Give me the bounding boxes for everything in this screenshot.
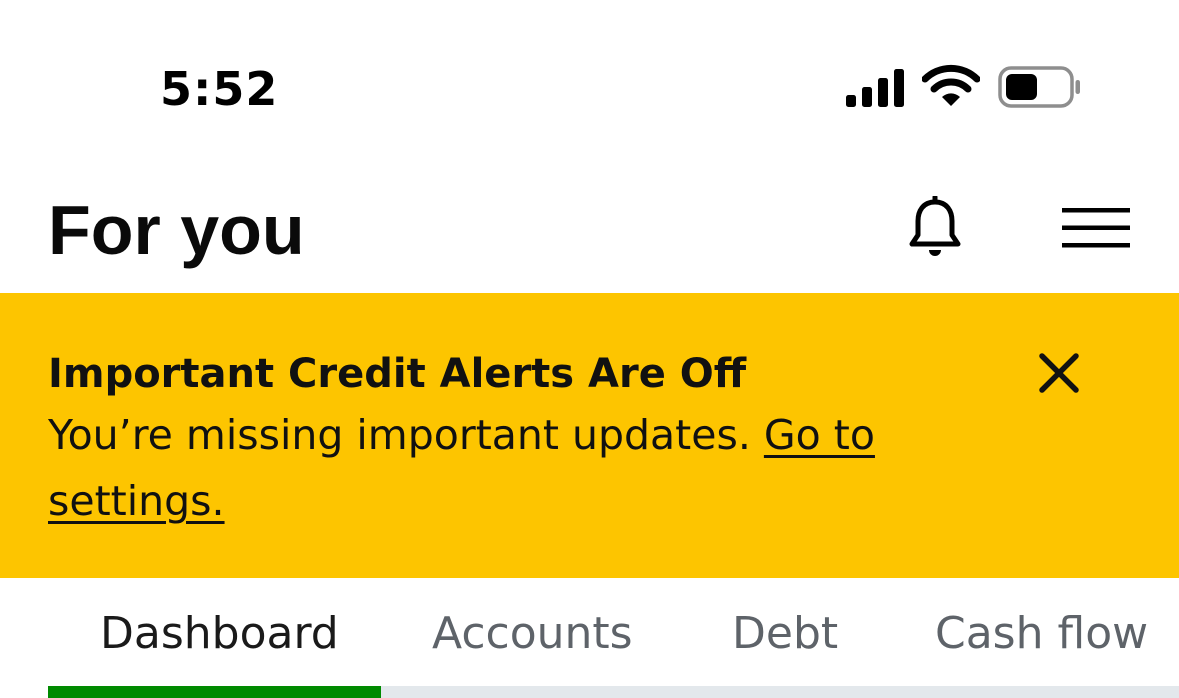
battery-icon — [998, 66, 1080, 108]
page-title: For you — [48, 191, 305, 269]
tab-active-indicator — [48, 686, 381, 698]
hamburger-menu-icon — [1062, 208, 1130, 248]
tab-cash-flow[interactable]: Cash flow — [935, 606, 1148, 662]
status-bar: 5:52 — [0, 0, 1179, 150]
tab-accounts[interactable]: Accounts — [432, 606, 633, 662]
close-icon — [1039, 353, 1079, 393]
bell-icon — [909, 196, 961, 256]
alert-title: Important Credit Alerts Are Off — [48, 351, 747, 397]
close-alert-button[interactable] — [1024, 338, 1094, 408]
alert-message-text: You’re missing important updates. — [48, 411, 764, 459]
signal-icon — [846, 69, 904, 107]
notifications-button[interactable] — [900, 192, 970, 264]
tab-dashboard[interactable]: Dashboard — [100, 606, 339, 662]
menu-button[interactable] — [1054, 196, 1138, 260]
alert-message: You’re missing important updates. Go to … — [48, 402, 948, 534]
status-time: 5:52 — [160, 62, 279, 116]
tab-debt[interactable]: Debt — [732, 606, 838, 662]
wifi-icon — [922, 64, 980, 106]
